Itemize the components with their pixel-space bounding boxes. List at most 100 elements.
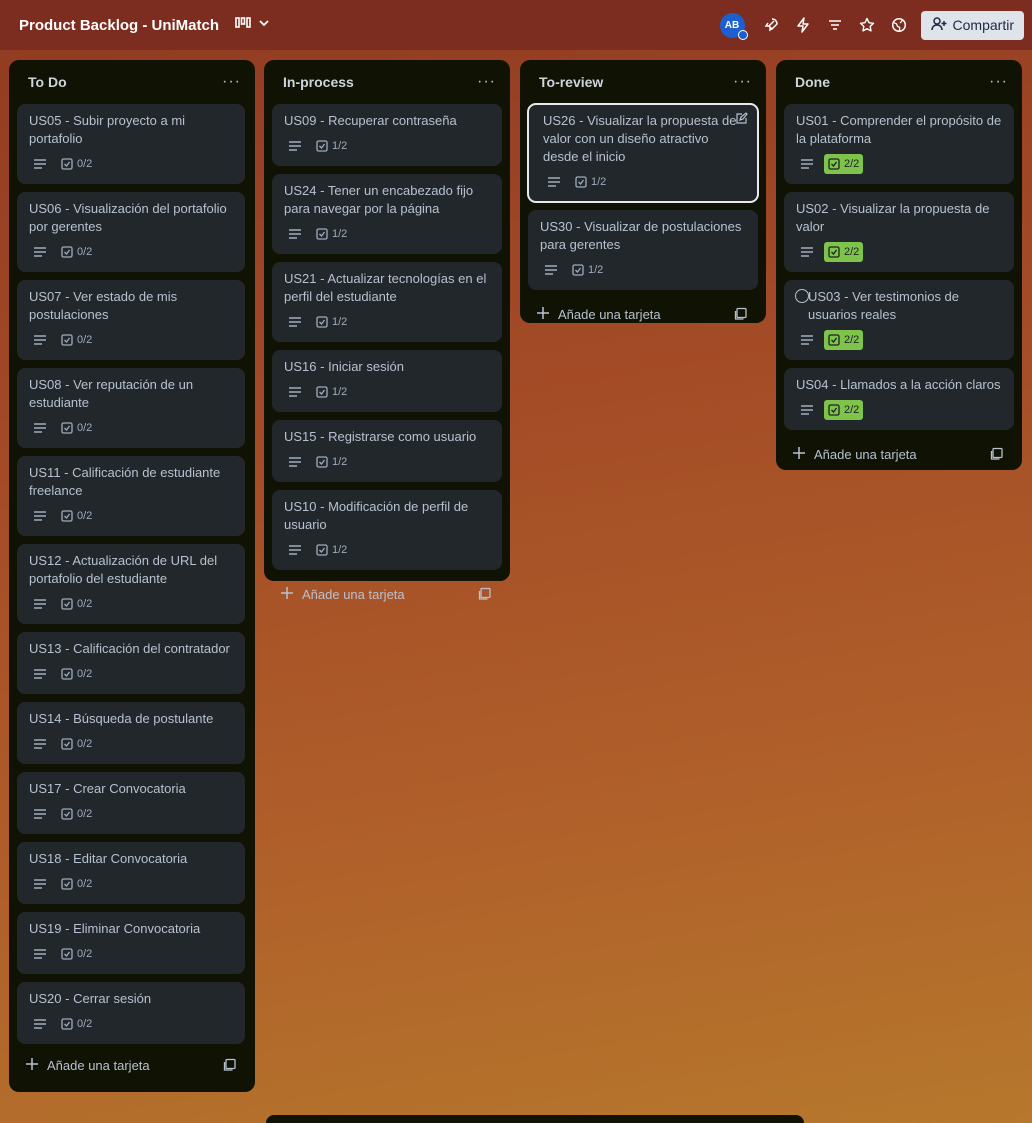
card-template-icon[interactable] [734, 307, 748, 321]
card-badges: 0/2 [29, 874, 233, 894]
card[interactable]: US19 - Eliminar Convocatoria 0/2 [17, 912, 245, 974]
add-card-button[interactable]: Añade una tarjeta [280, 586, 405, 603]
card-badges: 2/2 [796, 330, 1002, 350]
globe-icon[interactable] [883, 9, 915, 41]
card-title: US30 - Visualizar de postulaciones para … [540, 219, 742, 252]
card-badges: 0/2 [29, 1014, 233, 1034]
list-title[interactable]: To Do [28, 74, 67, 90]
view-switcher[interactable] [235, 16, 271, 35]
checklist-icon [61, 948, 73, 960]
checklist-icon [316, 386, 328, 398]
description-icon [288, 386, 302, 398]
share-button[interactable]: Compartir [920, 10, 1024, 40]
description-icon [800, 246, 814, 258]
card[interactable]: US09 - Recuperar contraseña 1/2 [272, 104, 502, 166]
checklist-icon [572, 264, 584, 276]
list-menu-icon[interactable]: ··· [989, 73, 1008, 91]
card[interactable]: US13 - Calificación del contratador 0/2 [17, 632, 245, 694]
card[interactable]: US10 - Modificación de perfil de usuario… [272, 490, 502, 570]
card[interactable]: US30 - Visualizar de postulaciones para … [528, 210, 758, 290]
card[interactable]: US20 - Cerrar sesión 0/2 [17, 982, 245, 1044]
card-badges: 1/2 [284, 452, 490, 472]
checklist-badge: 0/2 [57, 664, 96, 684]
card-badges: 2/2 [796, 400, 1002, 420]
list-done: Done ··· US01 - Comprender el propósito … [776, 60, 1022, 470]
filter-icon[interactable] [819, 9, 851, 41]
bottom-toolbar[interactable] [266, 1115, 804, 1123]
card-badges: 0/2 [29, 506, 233, 526]
add-card-label: Añade una tarjeta [814, 446, 917, 462]
add-card-button[interactable]: Añade una tarjeta [25, 1057, 150, 1074]
description-icon [33, 334, 47, 346]
board-title[interactable]: Product Backlog - UniMatch [19, 17, 219, 34]
card[interactable]: US16 - Iniciar sesión 1/2 [272, 350, 502, 412]
checklist-badge: 2/2 [824, 154, 864, 174]
description-icon [33, 668, 47, 680]
card[interactable]: US07 - Ver estado de mis postulaciones 0/… [17, 280, 245, 360]
list-menu-icon[interactable]: ··· [477, 73, 496, 91]
checklist-count: 0/2 [77, 422, 93, 434]
card[interactable]: US18 - Editar Convocatoria 0/2 [17, 842, 245, 904]
card[interactable]: US14 - Búsqueda de postulante 0/2 [17, 702, 245, 764]
list-menu-icon[interactable]: ··· [222, 73, 241, 91]
list-title[interactable]: In-process [283, 74, 354, 90]
card[interactable]: US06 - Visualización del portafolio por … [17, 192, 245, 272]
add-member-icon [930, 16, 947, 34]
card[interactable]: US26 - Visualizar la propuesta de valor … [527, 103, 759, 203]
card-badges: 0/2 [29, 594, 233, 614]
card-badges: 0/2 [29, 944, 233, 964]
card[interactable]: US01 - Comprender el propósito de la pla… [784, 104, 1014, 184]
admin-badge [737, 29, 748, 40]
card[interactable]: US17 - Crear Convocatoria 0/2 [17, 772, 245, 834]
card-title: US15 - Registrarse como usuario [284, 429, 477, 444]
card[interactable]: US12 - Actualización de URL del portafol… [17, 544, 245, 624]
add-card-button[interactable]: Añade una tarjeta [536, 306, 661, 323]
checklist-badge: 2/2 [824, 242, 864, 262]
card-template-icon[interactable] [990, 447, 1004, 461]
card-template-icon[interactable] [478, 587, 492, 601]
avatar[interactable]: AB [719, 12, 748, 40]
checklist-badge: 1/2 [312, 452, 351, 472]
list-title[interactable]: To-review [539, 74, 603, 90]
card[interactable]: US24 - Tener un encabezado fijo para nav… [272, 174, 502, 254]
description-icon [33, 158, 47, 170]
list-menu-icon[interactable]: ··· [733, 73, 752, 91]
checklist-badge: 0/2 [57, 506, 96, 526]
checklist-badge: 1/2 [312, 312, 351, 332]
checklist-icon [828, 246, 840, 258]
checklist-count: 0/2 [77, 246, 93, 258]
card-title: US10 - Modificación de perfil de usuario [284, 499, 469, 532]
card[interactable]: US04 - Llamados a la acción claros 2/2 [784, 368, 1014, 430]
card[interactable]: US08 - Ver reputación de un estudiante 0/… [17, 368, 245, 448]
card-template-icon[interactable] [223, 1058, 237, 1072]
complete-toggle-icon[interactable] [795, 289, 809, 303]
card-badges: 1/2 [540, 260, 746, 280]
card-title: US09 - Recuperar contraseña [284, 113, 457, 128]
card[interactable]: US15 - Registrarse como usuario 1/2 [272, 420, 502, 482]
edit-icon[interactable] [735, 112, 748, 130]
description-icon [544, 264, 558, 276]
power-ups-icon[interactable] [755, 9, 787, 41]
checklist-badge: 2/2 [824, 330, 864, 350]
checklist-icon [828, 334, 840, 346]
star-icon[interactable] [851, 9, 883, 41]
checklist-count: 0/2 [77, 1018, 93, 1030]
card[interactable]: US11 - Calificación de estudiante freela… [17, 456, 245, 536]
checklist-icon [61, 510, 73, 522]
checklist-badge: 1/2 [312, 540, 351, 560]
add-card-button[interactable]: Añade una tarjeta [792, 446, 917, 463]
automation-icon[interactable] [787, 9, 819, 41]
card-title: US16 - Iniciar sesión [284, 359, 404, 374]
checklist-count: 0/2 [77, 510, 93, 522]
add-card-label: Añade una tarjeta [302, 586, 405, 602]
card[interactable]: US21 - Actualizar tecnologías en el perf… [272, 262, 502, 342]
card[interactable]: US03 - Ver testimonios de usuarios reale… [784, 280, 1014, 360]
card-badges: 1/2 [284, 540, 490, 560]
card-title: US18 - Editar Convocatoria [29, 851, 188, 866]
list-title[interactable]: Done [795, 74, 830, 90]
description-icon [33, 510, 47, 522]
card[interactable]: US05 - Subir proyecto a mi portafolio 0/2 [17, 104, 245, 184]
card[interactable]: US02 - Visualizar la propuesta de valor 2… [784, 192, 1014, 272]
checklist-count: 0/2 [77, 808, 93, 820]
checklist-icon [61, 158, 73, 170]
